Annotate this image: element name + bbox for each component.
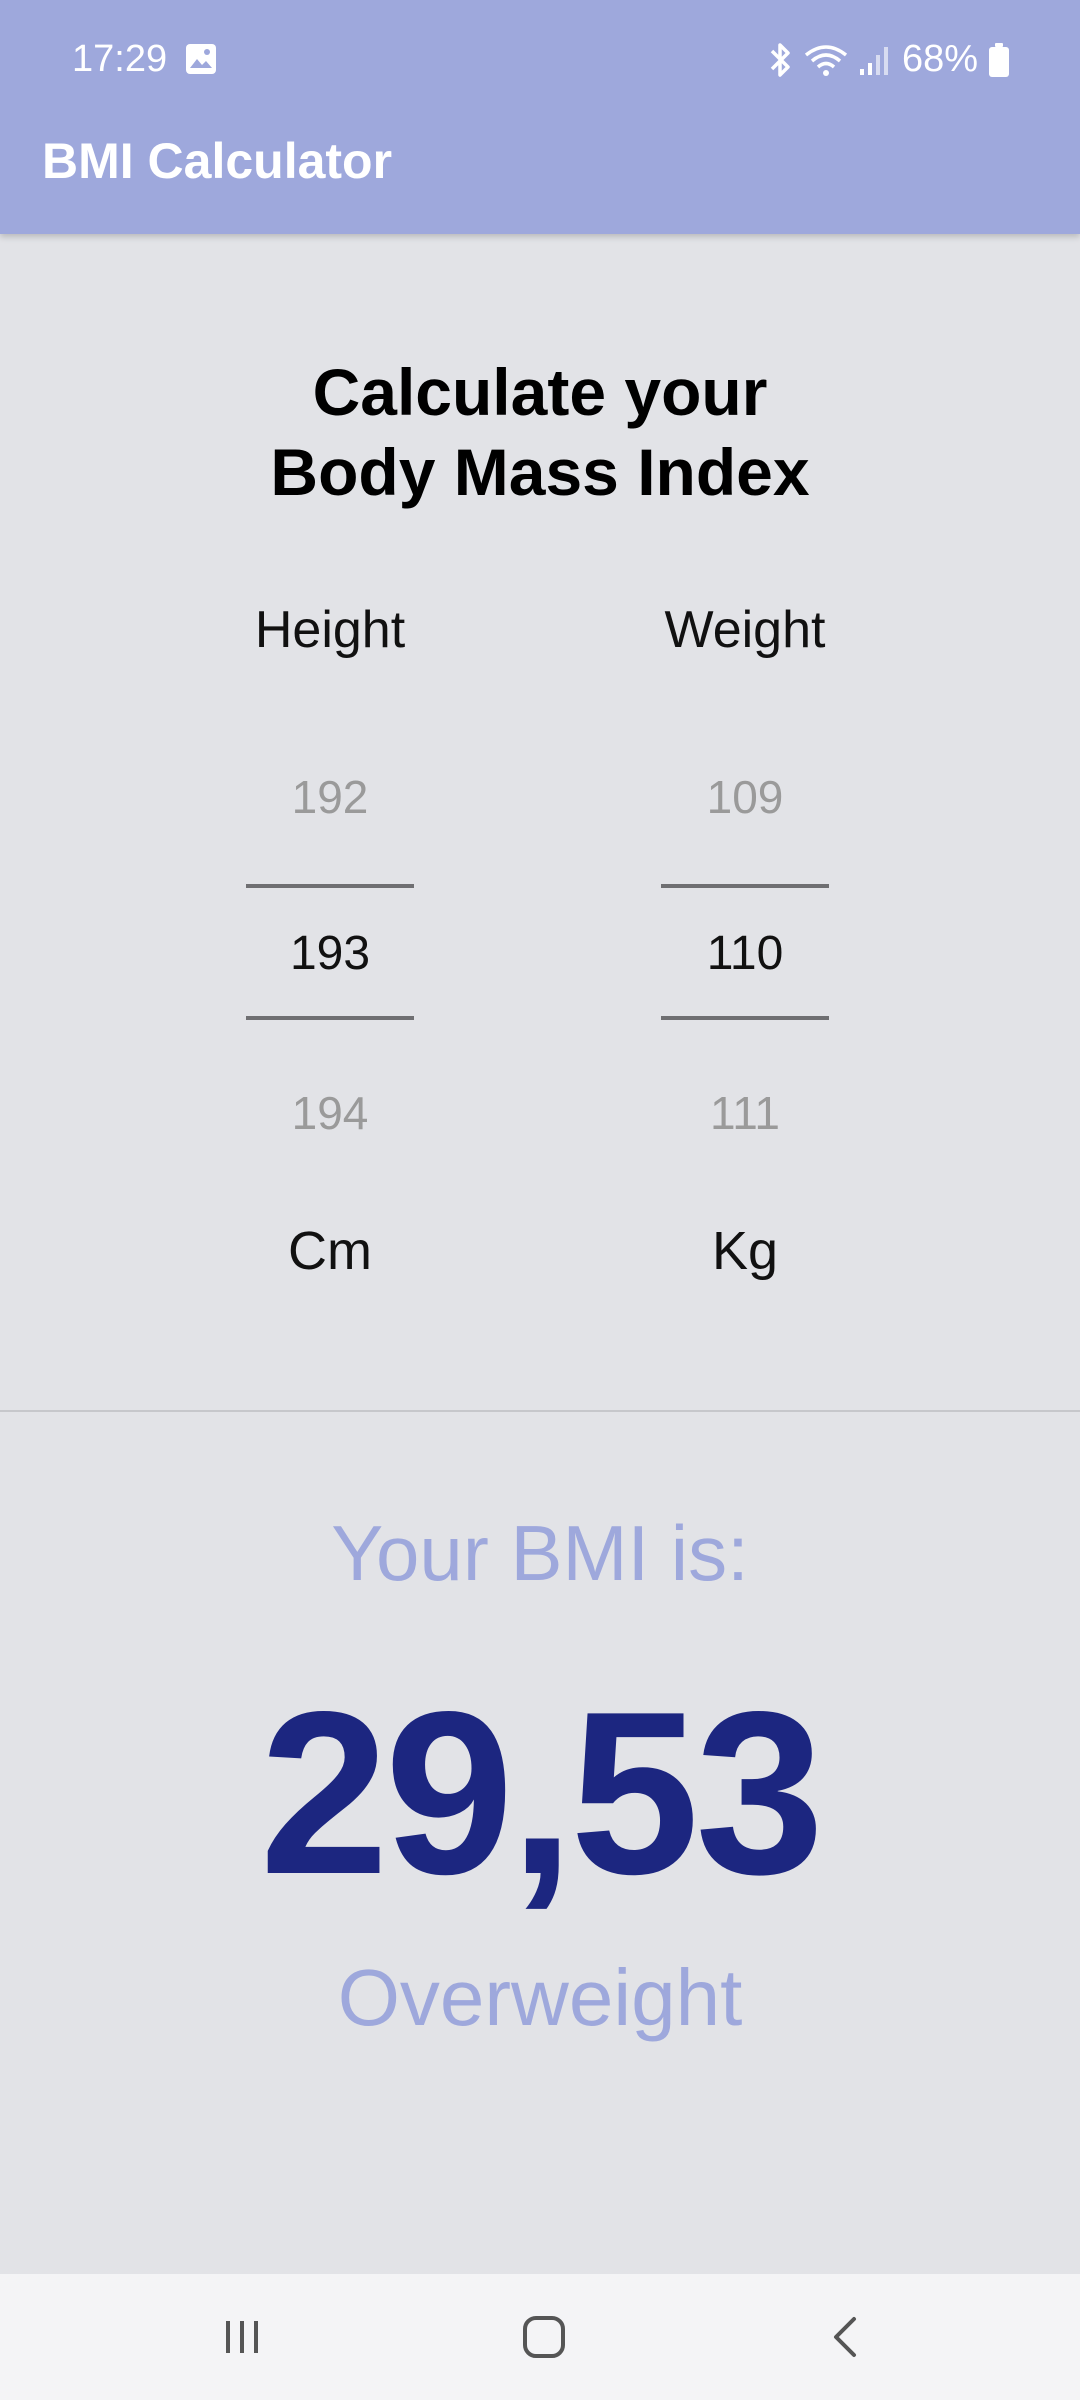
- page-title-line1: Calculate your: [312, 355, 768, 429]
- weight-selection-line-top: [661, 884, 829, 888]
- weight-selected-value[interactable]: 110: [625, 926, 865, 981]
- battery-text: 68%: [901, 38, 978, 80]
- signal-icon: [858, 43, 892, 77]
- height-label: Height: [254, 601, 406, 659]
- height-next-value[interactable]: 194: [210, 1086, 450, 1140]
- page-title-line2: Body Mass Index: [270, 435, 810, 509]
- weight-picker[interactable]: Weight 109 110 111 Kg: [625, 600, 865, 1281]
- weight-label: Weight: [664, 601, 826, 659]
- height-selection-line-bottom: [246, 1016, 414, 1020]
- bmi-category: Overweight: [337, 1953, 743, 2042]
- app-title: BMI Calculator: [42, 133, 393, 189]
- height-selection-line-top: [246, 884, 414, 888]
- wifi-icon: [804, 43, 848, 77]
- status-time: 17:29: [72, 38, 168, 80]
- navigation-bar: [0, 2274, 1080, 2400]
- height-unit: Cm: [288, 1221, 372, 1281]
- bmi-result-label: Your BMI is:: [331, 1509, 749, 1597]
- battery-icon: [988, 42, 1010, 78]
- height-selected-value[interactable]: 193: [210, 926, 450, 981]
- weight-unit: Kg: [711, 1221, 779, 1281]
- back-icon[interactable]: [806, 2304, 886, 2370]
- weight-selection-line-bottom: [661, 1016, 829, 1020]
- weight-prev-value[interactable]: 109: [625, 770, 865, 824]
- app-header: 17:29 68% BMI Calculator: [0, 0, 1080, 234]
- height-picker[interactable]: Height 192 193 194 Cm: [210, 600, 450, 1281]
- status-bar: 17:29 68%: [0, 0, 1080, 120]
- bmi-result-value: 29,53: [259, 1664, 825, 1923]
- status-icons: 68%: [766, 38, 1010, 81]
- bluetooth-icon: [766, 41, 794, 79]
- section-divider: [0, 1410, 1080, 1412]
- page-title: Calculate your Body Mass Index: [0, 352, 1080, 512]
- home-icon[interactable]: [504, 2304, 584, 2370]
- recents-icon[interactable]: [202, 2304, 282, 2370]
- gallery-icon: [184, 42, 218, 86]
- weight-next-value[interactable]: 111: [625, 1086, 865, 1140]
- height-prev-value[interactable]: 192: [210, 770, 450, 824]
